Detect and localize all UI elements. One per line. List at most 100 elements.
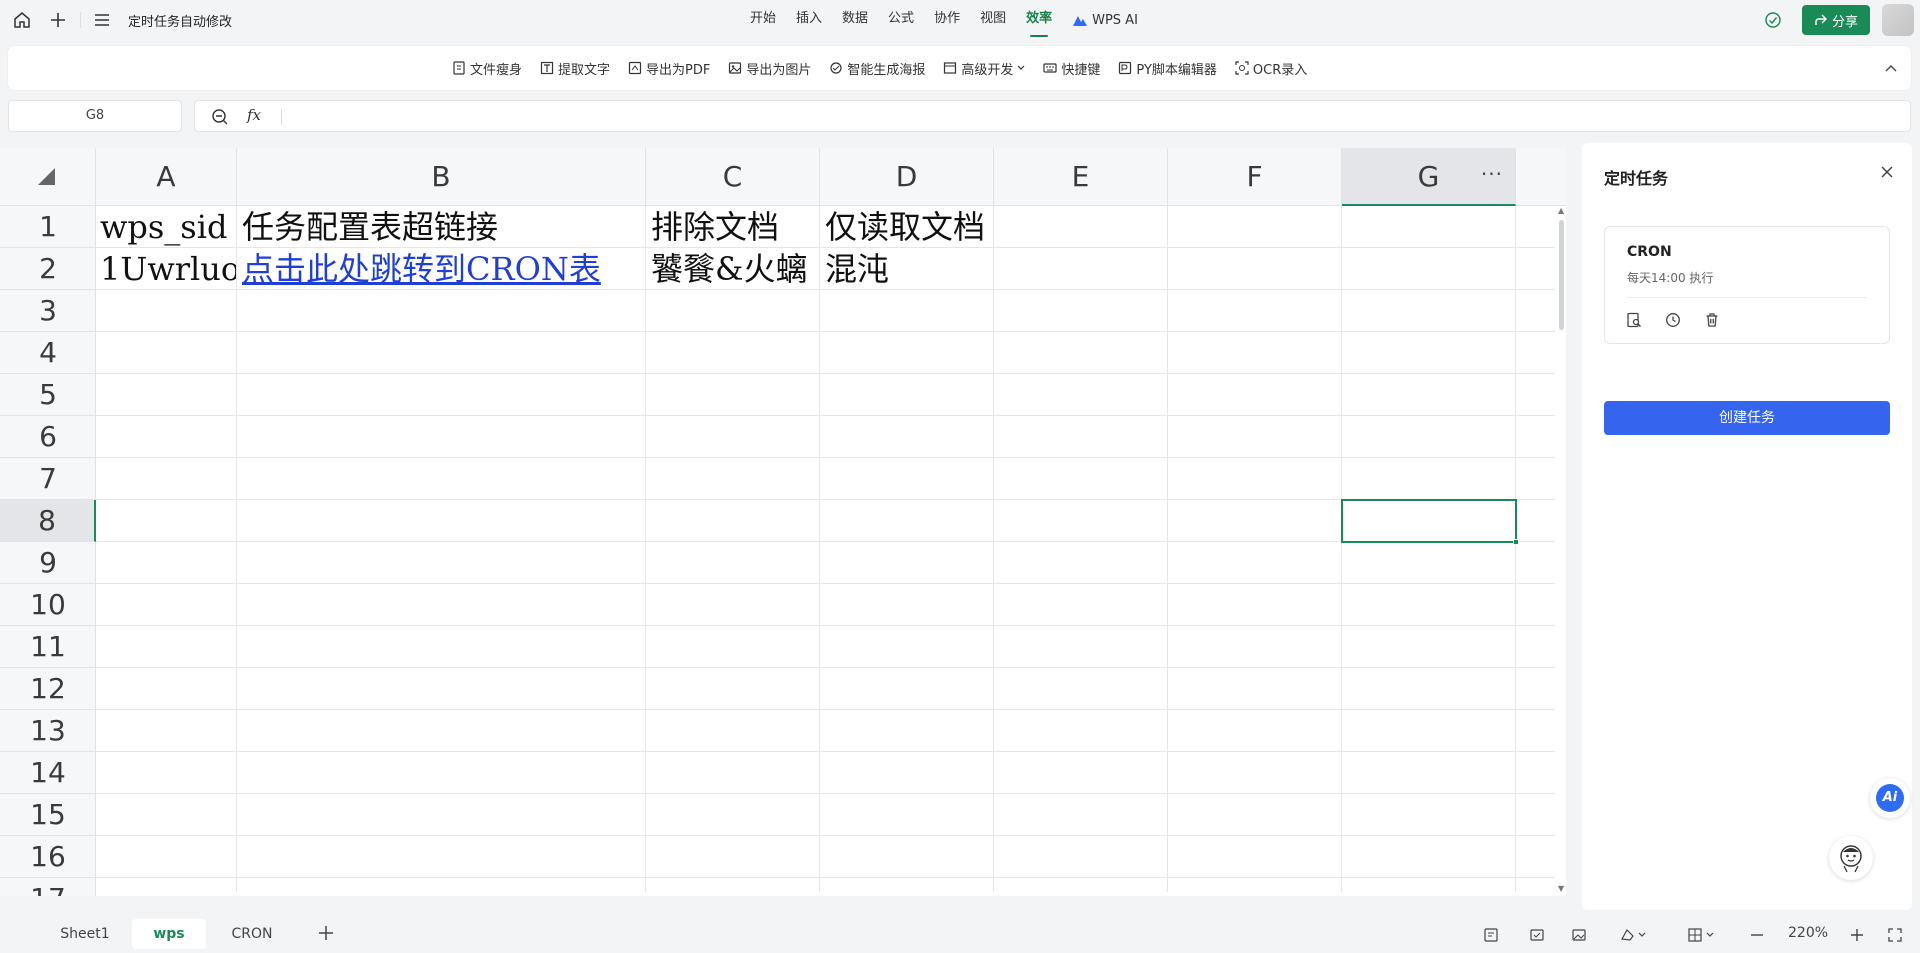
tab-data[interactable]: 数据 [832,9,878,33]
protect-view-icon[interactable] [1526,924,1548,946]
zoom-level[interactable]: 220% [1788,925,1828,941]
avatar[interactable] [1882,4,1914,36]
row-header[interactable]: 3 [0,290,96,332]
column-header-a[interactable]: A [96,148,237,205]
row-header[interactable]: 6 [0,416,96,458]
fx-icon[interactable]: fx [247,106,261,124]
column-header-g[interactable]: G ··· [1342,148,1516,206]
share-button[interactable]: 分享 [1802,5,1870,35]
cell-a1[interactable]: wps_sid [100,206,236,248]
document-title[interactable]: 定时任务自动修改 [128,11,232,30]
select-all-corner[interactable] [0,148,96,206]
row-header[interactable]: 9 [0,542,96,584]
mascot-helper-button[interactable] [1829,836,1873,880]
trash-icon[interactable] [1701,309,1723,331]
horizontal-scrollbar[interactable]: ◀ ▶ [96,892,1556,896]
tab-insert[interactable]: 插入 [786,9,832,33]
view-log-icon[interactable] [1623,309,1645,331]
more-icon[interactable]: ··· [1481,148,1503,200]
ai-assistant-button[interactable]: Ai [1870,778,1910,818]
menu-icon[interactable] [90,8,114,32]
row-header[interactable]: 17 [0,878,96,896]
fill-handle[interactable] [1513,539,1519,545]
cell-b2-hyperlink[interactable]: 点击此处跳转到CRON表 [242,248,642,290]
cell-d1[interactable]: 仅读取文档 [825,206,1165,248]
row-header[interactable]: 4 [0,332,96,374]
ocr-label: OCR录入 [1252,62,1308,78]
extract-text-button[interactable]: 提取文字 [540,54,610,82]
column-header-f[interactable]: F [1168,148,1342,205]
cell-b1[interactable]: 任务配置表超链接 [242,206,642,248]
new-tab-icon[interactable] [46,8,70,32]
sheet-tab-cron[interactable]: CRON [214,919,290,949]
column-header-d[interactable]: D [820,148,994,205]
cell-c1[interactable]: 排除文档 [651,206,819,248]
column-header-b[interactable]: B [237,148,646,205]
column-header-e[interactable]: E [994,148,1168,205]
row-header[interactable]: 12 [0,668,96,710]
zoom-search-icon[interactable] [211,108,229,130]
add-sheet-icon[interactable] [314,921,338,949]
grid-line [819,206,820,896]
scroll-up-icon[interactable]: ▲ [1558,206,1564,215]
cell-d2[interactable]: 混沌 [825,248,993,290]
advanced-dev-button[interactable]: 高级开发 [943,54,1025,82]
tab-efficiency[interactable]: 效率 [1016,9,1062,37]
export-pdf-button[interactable]: 导出为PDF [628,54,710,82]
cell-c2[interactable]: 饕餮&火螭 [651,248,819,290]
export-image-button[interactable]: 导出为图片 [728,54,811,82]
scroll-down-icon[interactable]: ▼ [1558,884,1564,893]
ocr-button[interactable]: OCR录入 [1235,54,1307,82]
file-slim-button[interactable]: 文件瘦身 [452,54,522,82]
tab-collab[interactable]: 协作 [924,9,970,33]
vertical-scrollbar[interactable]: ▲ ▼ [1556,206,1566,896]
row-header[interactable]: 1 [0,206,96,248]
scroll-left-icon[interactable]: ◀ [96,895,102,896]
shortcut-button[interactable]: 快捷键 [1043,54,1100,82]
clock-icon[interactable] [1662,309,1684,331]
chevron-up-icon[interactable] [1885,60,1897,76]
column-header-c[interactable]: C [646,148,820,205]
row-header[interactable]: 14 [0,752,96,794]
vertical-scroll-thumb[interactable] [1559,220,1564,330]
freeze-pane-dropdown-icon[interactable] [1684,924,1720,946]
grid-line [1341,206,1342,896]
shape-dropdown-icon[interactable] [1616,924,1652,946]
image-view-icon[interactable] [1568,924,1590,946]
selected-cell-g8[interactable] [1341,499,1519,545]
sheet-tab-sheet1[interactable]: Sheet1 [46,919,124,949]
py-editor-button[interactable]: PY脚本编辑器 [1118,54,1217,82]
poster-label: 智能生成海报 [847,62,926,78]
fullscreen-icon[interactable] [1884,924,1906,946]
formula-bar[interactable]: fx [194,100,1911,132]
name-box[interactable]: G8 [8,100,182,132]
task-card[interactable]: CRON 每天14:00 执行 [1604,226,1890,344]
cell-area[interactable]: wps_sid 任务配置表超链接 排除文档 仅读取文档 1Uwrluo 点击此处… [96,206,1555,896]
row-header[interactable]: 5 [0,374,96,416]
zoom-out-icon[interactable] [1746,924,1768,946]
export-image-label: 导出为图片 [746,62,812,78]
export-pdf-icon [628,61,642,75]
row-header[interactable]: 2 [0,248,96,290]
row-header[interactable]: 7 [0,458,96,500]
cell-a2[interactable]: 1Uwrluo [100,248,236,290]
row-header[interactable]: 13 [0,710,96,752]
row-header[interactable]: 10 [0,584,96,626]
poster-button[interactable]: 智能生成海报 [829,54,925,82]
sheet-tab-wps[interactable]: wps [132,919,206,949]
reading-mode-icon[interactable] [1480,924,1502,946]
row-header[interactable]: 16 [0,836,96,878]
close-icon[interactable] [1880,165,1894,183]
scroll-right-icon[interactable]: ▶ [1542,895,1548,896]
row-header[interactable]: 11 [0,626,96,668]
tab-start[interactable]: 开始 [740,9,786,33]
create-task-button[interactable]: 创建任务 [1604,401,1890,435]
tab-view[interactable]: 视图 [970,9,1016,33]
tab-wps-ai[interactable]: WPS AI [1062,9,1148,33]
row-header-selected[interactable]: 8 [0,500,96,542]
home-icon[interactable] [10,8,34,32]
tab-formula[interactable]: 公式 [878,9,924,33]
cloud-sync-icon[interactable] [1764,11,1782,33]
row-header[interactable]: 15 [0,794,96,836]
zoom-in-icon[interactable] [1846,924,1868,946]
